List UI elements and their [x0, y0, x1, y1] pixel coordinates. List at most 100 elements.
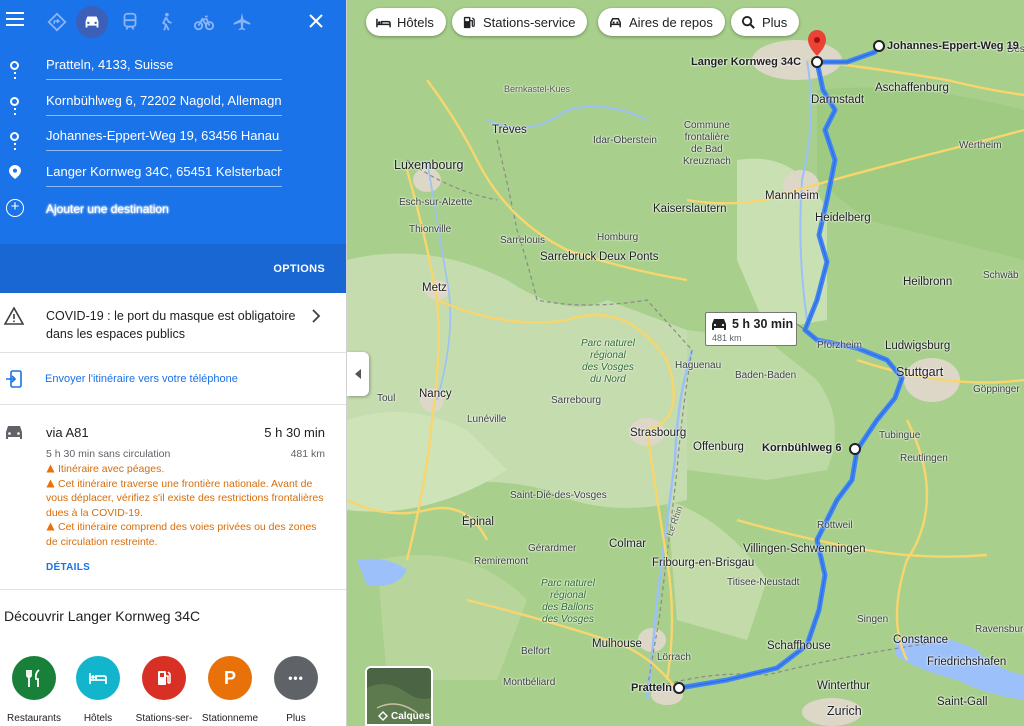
transit-mode-icon[interactable]: [114, 6, 146, 38]
waypoint-2-label[interactable]: Johannes-Eppert-Weg 19: [887, 40, 1019, 52]
map-canvas[interactable]: Bernkastel-Kues Trèves Idar-Oberstein Co…: [347, 0, 1024, 726]
stop-waypoint-1-field[interactable]: Kornbühlweg 6, 72202 Nagold, Allemagne: [46, 93, 282, 116]
stop-start[interactable]: Pratteln, 4133, Suisse: [0, 48, 346, 82]
start-label[interactable]: Pratteln: [631, 682, 672, 694]
discover-title: Découvrir Langer Kornweg 34C: [4, 608, 201, 624]
map-label: Sarrebruck: [540, 251, 597, 263]
map-label: Bernkastel-Kues: [504, 84, 571, 94]
stop-waypoint-2-field[interactable]: Johannes-Eppert-Weg 19, 63456 Hanau: [46, 128, 282, 151]
destination-pin-icon: [9, 165, 21, 179]
map-label: Sarrebourg: [551, 395, 602, 406]
car-mode-icon[interactable]: [76, 6, 108, 38]
destination-label[interactable]: Langer Kornweg 34C: [691, 56, 801, 68]
parking-icon: P: [208, 656, 252, 700]
add-destination[interactable]: + Ajouter une destination: [0, 196, 346, 222]
chip-label: Hôtels: [397, 14, 434, 30]
callout-duration: 5 h 30 min: [732, 317, 794, 331]
connector-dots: [14, 72, 16, 82]
chip-gas-stations[interactable]: Stations-service: [452, 8, 588, 36]
warning-icon: [46, 522, 55, 531]
chip-label: Aires de repos: [629, 14, 713, 30]
map-label: Nancy: [419, 388, 452, 400]
collapse-panel-button[interactable]: [347, 352, 369, 396]
best-route-mode-icon[interactable]: [41, 6, 73, 38]
more-icon: •••: [274, 656, 318, 700]
map-label: Kaiserslautern: [653, 203, 727, 215]
stop-destination-field[interactable]: Langer Kornweg 34C, 65451 Kelsterbach: [46, 164, 282, 187]
map-label: Strasbourg: [630, 427, 687, 439]
map-label: Schaffhouse: [767, 640, 831, 652]
map-label: Commune frontalière de Bad Kreuznach: [683, 120, 731, 167]
category-label: Stationneme: [201, 713, 259, 724]
category-label: Stations-ser-: [135, 713, 193, 724]
category-label: Plus: [286, 713, 306, 724]
options-button[interactable]: OPTIONS: [273, 263, 325, 275]
route-warning: Cet itinéraire traverse une frontière na…: [46, 477, 324, 519]
map-label: Fribourg-en-Brisgau: [652, 557, 755, 569]
map-label: Aschaffenburg: [875, 82, 949, 94]
route-option[interactable]: via A81 5 h 30 min 5 h 30 min sans circu…: [0, 405, 346, 590]
warning-icon: [3, 306, 25, 325]
waypoint-dot-icon: [10, 132, 19, 141]
chevron-left-icon: [355, 369, 361, 379]
waypoint-2-marker: [873, 40, 885, 52]
start-marker: [673, 682, 685, 694]
map-label: Tubingue: [879, 430, 921, 441]
hotel-icon: [376, 18, 391, 27]
map-label: Reutlingen: [900, 453, 948, 464]
car-icon: [712, 319, 726, 330]
map-label: Saint-Dié-des-Vosges: [510, 490, 607, 501]
cycling-mode-icon[interactable]: [188, 6, 220, 38]
map-label: Sarrelouis: [500, 235, 546, 246]
details-button[interactable]: DÉTAILS: [46, 562, 90, 573]
category-label: Hôtels: [83, 713, 113, 724]
map-label: Schwäb: [983, 270, 1019, 281]
map-label: Zurich: [827, 704, 862, 718]
close-icon[interactable]: [307, 12, 325, 30]
chip-more[interactable]: Plus: [731, 8, 800, 36]
walking-mode-icon[interactable]: [150, 6, 182, 38]
chip-rest-areas[interactable]: Aires de repos: [598, 8, 725, 36]
map-label: Luxembourg: [394, 158, 464, 172]
options-bar: OPTIONS: [0, 244, 346, 293]
category-parking[interactable]: P Stationneme: [200, 656, 260, 724]
stop-waypoint-1[interactable]: Kornbühlweg 6, 72202 Nagold, Allemagne: [0, 84, 346, 118]
route-distance: 481 km: [290, 448, 325, 460]
stop-start-field[interactable]: Pratteln, 4133, Suisse: [46, 57, 282, 80]
stop-waypoint-2[interactable]: Johannes-Eppert-Weg 19, 63456 Hanau: [0, 119, 346, 153]
map-label: Lunéville: [467, 414, 507, 425]
map-label: Deux Ponts: [599, 251, 659, 263]
send-to-phone[interactable]: Envoyer l'itinéraire vers votre téléphon…: [0, 353, 346, 405]
map-label: Baden-Baden: [735, 370, 797, 381]
connector-dots: [14, 143, 16, 153]
covid-notice[interactable]: COVID-19 : le port du masque est obligat…: [0, 293, 346, 353]
search-icon: [741, 15, 755, 29]
add-icon: +: [6, 199, 24, 217]
map-label: Gérardmer: [528, 543, 577, 554]
waypoint-1-label[interactable]: Kornbühlweg 6: [762, 442, 841, 454]
directions-header: Pratteln, 4133, Suisse Kornbühlweg 6, 72…: [0, 0, 346, 293]
menu-icon[interactable]: [6, 12, 24, 28]
flight-mode-icon[interactable]: [226, 6, 258, 38]
map-label: Villingen-Schwenningen: [743, 543, 866, 555]
map-label: Metz: [422, 282, 447, 294]
route-callout[interactable]: 5 h 30 min 481 km: [705, 312, 797, 346]
map-label: Belfort: [521, 646, 550, 657]
layers-button[interactable]: Calques: [365, 666, 433, 726]
directions-panel: Pratteln, 4133, Suisse Kornbühlweg 6, 72…: [0, 0, 347, 726]
map-label: Parc naturel régional des Vosges du Nord: [581, 338, 635, 385]
category-more[interactable]: ••• Plus: [266, 656, 326, 724]
category-hotels[interactable]: Hôtels: [68, 656, 128, 724]
waypoint-dot-icon: [10, 97, 19, 106]
map-label: Göppinger: [973, 384, 1020, 395]
category-gas-stations[interactable]: Stations-ser-: [134, 656, 194, 724]
gas-station-icon: [463, 16, 475, 28]
chip-hotels[interactable]: Hôtels: [366, 8, 446, 36]
stop-destination[interactable]: Langer Kornweg 34C, 65451 Kelsterbach: [0, 155, 346, 189]
map-label: Montbéliard: [503, 677, 556, 688]
hotel-icon: [76, 656, 120, 700]
travel-mode-bar: [0, 0, 346, 46]
map-label: Pforzheim: [817, 340, 863, 351]
callout-distance: 481 km: [712, 333, 742, 343]
category-restaurants[interactable]: Restaurants: [4, 656, 64, 724]
